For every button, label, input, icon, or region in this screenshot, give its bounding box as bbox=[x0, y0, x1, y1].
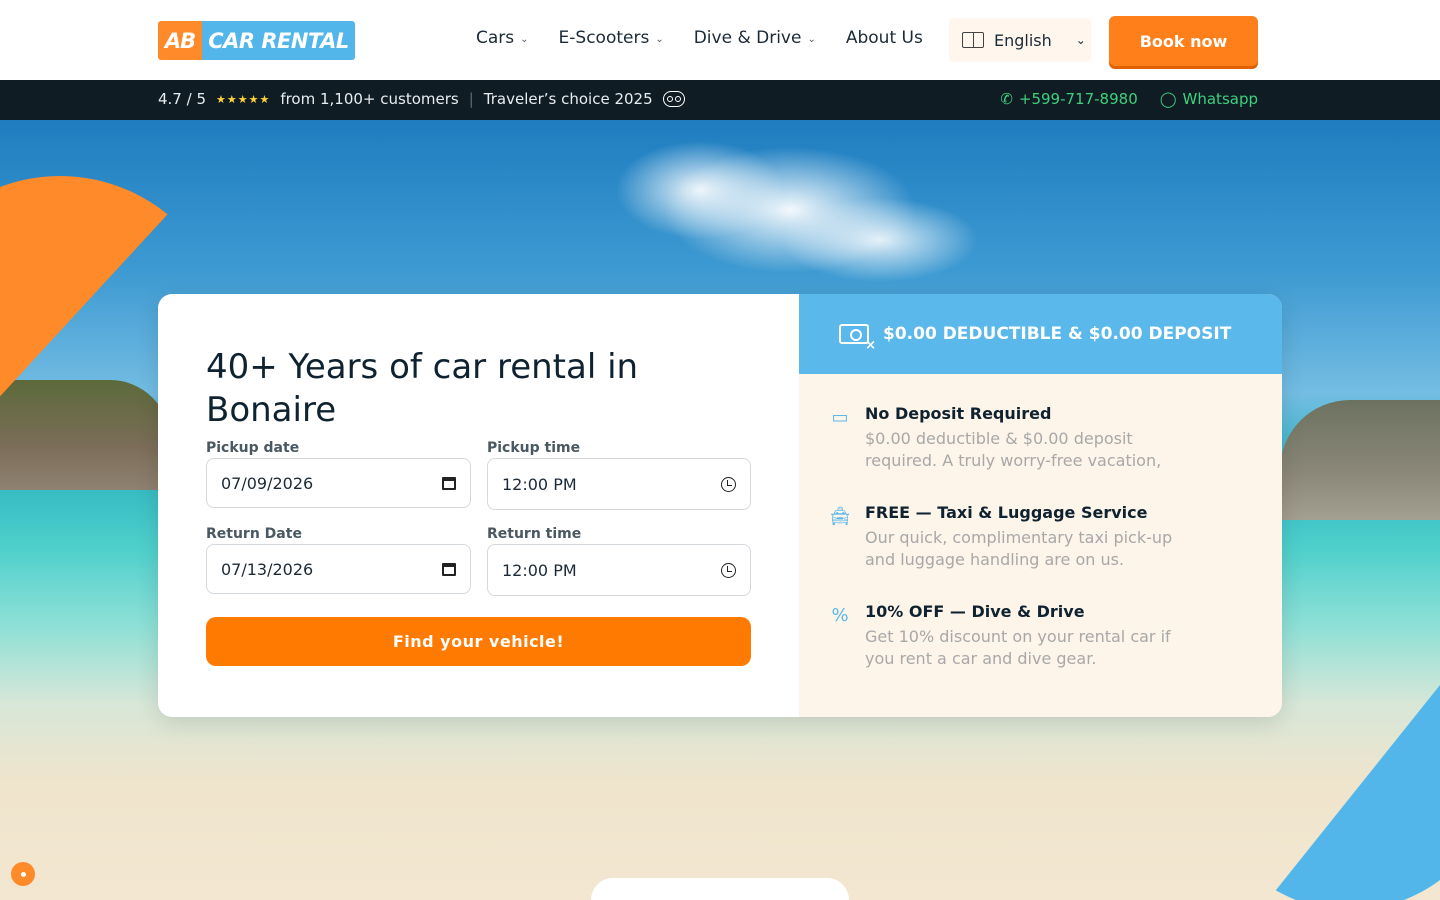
calendar-icon[interactable] bbox=[442, 476, 456, 490]
phone-icon: ✆ bbox=[1000, 90, 1013, 108]
logo-ab: AB bbox=[158, 21, 202, 60]
feature-title: 10% OFF — Dive & Drive bbox=[865, 602, 1085, 621]
contact-links: ✆ +599-717-8980 ◯ Whatsapp bbox=[1000, 90, 1258, 108]
rating-summary: 4.7 / 5 ★★★★★ from 1,100+ customers | Tr… bbox=[158, 90, 685, 108]
book-now-button[interactable]: Book now bbox=[1109, 16, 1258, 66]
feature-title: FREE — Taxi & Luggage Service bbox=[865, 503, 1148, 522]
language-selector[interactable]: English ⌄ bbox=[949, 18, 1091, 62]
return-date-label: Return Date bbox=[206, 526, 302, 542]
feature-no-deposit: ▭ No Deposit Required $0.00 deductible &… bbox=[831, 404, 1205, 472]
feature-title: No Deposit Required bbox=[865, 404, 1052, 423]
promo-panel: $0.00 DEDUCTIBLE & $0.00 DEPOSIT ▭ No De… bbox=[799, 294, 1282, 717]
phone-number: +599-717-8980 bbox=[1018, 90, 1138, 108]
nav-item-e-scooters[interactable]: E-Scooters ⌄ bbox=[559, 28, 664, 48]
clock-icon[interactable] bbox=[721, 562, 736, 578]
bottom-tab[interactable] bbox=[591, 878, 849, 900]
nav-item-cars[interactable]: Cars ⌄ bbox=[476, 28, 529, 48]
money-off-icon: ▭ bbox=[831, 406, 849, 428]
feature-text: Our quick, complimentary taxi pick-up an… bbox=[865, 528, 1173, 569]
pickup-date-label: Pickup date bbox=[206, 440, 300, 456]
return-date-input[interactable]: 07/13/2026 bbox=[206, 544, 471, 594]
nav-item-dive-drive[interactable]: Dive & Drive ⌄ bbox=[694, 28, 816, 48]
nav-label: About Us bbox=[845, 28, 923, 48]
nav-label: E-Scooters bbox=[558, 28, 650, 48]
calendar-icon[interactable] bbox=[442, 562, 456, 576]
feature-text: $0.00 deductible & $0.00 deposit require… bbox=[865, 429, 1162, 470]
return-time-value: 12:00 PM bbox=[502, 560, 577, 580]
main-nav: Cars ⌄ E-Scooters ⌄ Dive & Drive ⌄ About… bbox=[476, 28, 923, 48]
deposit-banner: $0.00 DEDUCTIBLE & $0.00 DEPOSIT bbox=[799, 294, 1282, 374]
divider: | bbox=[468, 90, 474, 108]
return-time-label: Return time bbox=[487, 526, 582, 542]
pickup-time-input[interactable]: 12:00 PM bbox=[487, 458, 751, 510]
return-date-value: 07/13/2026 bbox=[221, 559, 314, 579]
brand-logo[interactable]: AB CAR RENTAL bbox=[158, 21, 355, 60]
discount-icon: % bbox=[831, 604, 849, 626]
whatsapp-icon: ◯ bbox=[1159, 90, 1177, 108]
banner-text: $0.00 DEDUCTIBLE & $0.00 DEPOSIT bbox=[883, 324, 1232, 344]
award-text: Traveler’s choice 2025 bbox=[483, 90, 653, 108]
chevron-down-icon: ⌄ bbox=[655, 33, 664, 45]
language-label: English bbox=[994, 30, 1052, 50]
taxi-icon: 🚖︎ bbox=[828, 505, 852, 527]
logo-car-rental: CAR RENTAL bbox=[202, 21, 355, 60]
site-header: AB CAR RENTAL Cars ⌄ E-Scooters ⌄ Dive &… bbox=[0, 0, 1440, 80]
feature-text: Get 10% discount on your rental car if y… bbox=[865, 627, 1171, 668]
pickup-time-label: Pickup time bbox=[487, 440, 581, 456]
pickup-date-value: 07/09/2026 bbox=[221, 473, 314, 493]
clock-icon[interactable] bbox=[721, 476, 736, 492]
feature-dive-drive: % 10% OFF — Dive & Drive Get 10% discoun… bbox=[831, 602, 1205, 670]
customer-count: from 1,100+ customers bbox=[280, 90, 459, 108]
pickup-date-input[interactable]: 07/09/2026 bbox=[206, 458, 471, 508]
cookie-settings-icon[interactable] bbox=[11, 862, 35, 886]
hero-headline: 40+ Years of car rental in Bonaire bbox=[206, 347, 639, 430]
pickup-time-value: 12:00 PM bbox=[502, 474, 577, 494]
rocks-left bbox=[0, 380, 170, 490]
tripadvisor-icon bbox=[662, 91, 685, 107]
nav-label: Cars bbox=[476, 28, 515, 48]
money-off-icon bbox=[839, 324, 876, 353]
rocks-right bbox=[1280, 400, 1440, 520]
chevron-down-icon: ⌄ bbox=[807, 33, 816, 45]
feature-taxi: 🚖︎ FREE — Taxi & Luggage Service Our qui… bbox=[829, 503, 1205, 571]
nav-item-about-us[interactable]: About Us bbox=[846, 28, 923, 48]
booking-card: 40+ Years of car rental in Bonaire Picku… bbox=[158, 294, 1282, 717]
return-time-input[interactable]: 12:00 PM bbox=[487, 544, 751, 596]
chevron-down-icon: ⌄ bbox=[1075, 33, 1086, 47]
info-bar: 4.7 / 5 ★★★★★ from 1,100+ customers | Tr… bbox=[0, 80, 1440, 120]
flag-icon bbox=[962, 32, 984, 48]
whatsapp-link[interactable]: ◯ Whatsapp bbox=[1160, 90, 1258, 108]
booking-form: 40+ Years of car rental in Bonaire Picku… bbox=[158, 294, 799, 717]
chevron-down-icon: ⌄ bbox=[520, 33, 529, 45]
phone-link[interactable]: ✆ +599-717-8980 bbox=[1000, 90, 1137, 108]
find-vehicle-button[interactable]: Find your vehicle! bbox=[206, 617, 751, 666]
nav-label: Dive & Drive bbox=[693, 28, 802, 48]
rating-score: 4.7 / 5 bbox=[158, 90, 206, 108]
whatsapp-label: Whatsapp bbox=[1182, 90, 1258, 108]
star-rating-icon: ★★★★★ bbox=[216, 92, 271, 106]
